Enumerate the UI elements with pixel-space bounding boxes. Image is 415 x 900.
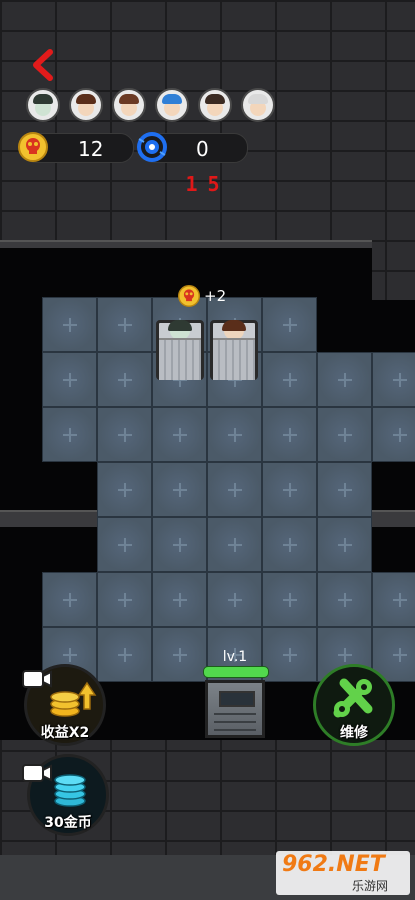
- floor-tile[interactable]: [317, 517, 372, 572]
- floor-tile[interactable]: [42, 407, 97, 462]
- wall-ledge: [0, 240, 372, 248]
- floor-tile[interactable]: [317, 462, 372, 517]
- blue-coins-stack-icon: [54, 774, 86, 807]
- floor-tile[interactable]: [42, 297, 97, 352]
- room-door[interactable]: [205, 680, 265, 738]
- back-arrow-icon[interactable]: [28, 48, 62, 82]
- site-watermark: 962.NET 乐游网: [276, 851, 410, 895]
- bed-ghost[interactable]: [154, 316, 206, 386]
- video-camera-icon: [22, 670, 52, 688]
- watermark-top: 962.NET: [282, 852, 385, 877]
- floor-tile[interactable]: [262, 462, 317, 517]
- floor-tile[interactable]: [317, 407, 372, 462]
- free-coins-label: 30金币: [44, 815, 92, 831]
- repair-button[interactable]: 维修: [313, 664, 395, 746]
- floor-tile[interactable]: [97, 462, 152, 517]
- floor-tile[interactable]: [97, 517, 152, 572]
- floor-tile[interactable]: [372, 572, 415, 627]
- floor-tile[interactable]: [152, 517, 207, 572]
- energy-count: 0: [196, 137, 209, 161]
- bonus-indicator: +2: [178, 285, 226, 307]
- gold-coins-stack-icon: [50, 681, 97, 717]
- bed-player[interactable]: [208, 316, 260, 386]
- floor-tile[interactable]: [372, 352, 415, 407]
- floor-tile[interactable]: [97, 572, 152, 627]
- floor-tile[interactable]: [152, 407, 207, 462]
- floor-tile[interactable]: [262, 352, 317, 407]
- floor-tile[interactable]: [97, 407, 152, 462]
- floor-tile[interactable]: [97, 297, 152, 352]
- avatar-blue-hair[interactable]: [155, 88, 189, 122]
- floor-tile[interactable]: [262, 627, 317, 682]
- floor-tile[interactable]: [207, 517, 262, 572]
- floor-tile[interactable]: [372, 407, 415, 462]
- floor-tile[interactable]: [207, 462, 262, 517]
- floor-tile[interactable]: [152, 462, 207, 517]
- double-income-label: 收益X2: [40, 725, 90, 741]
- floor-tile[interactable]: [317, 572, 372, 627]
- floor-tile[interactable]: [42, 572, 97, 627]
- floor-tile[interactable]: [97, 627, 152, 682]
- avatar-brown-hair-girl[interactable]: [112, 88, 146, 122]
- wrench-icon: [333, 678, 373, 718]
- floor-tile[interactable]: [317, 352, 372, 407]
- skull-count: 12: [78, 137, 104, 161]
- floor-tile[interactable]: [207, 572, 262, 627]
- skull-coin-icon: [178, 285, 200, 307]
- floor-tile[interactable]: [207, 407, 262, 462]
- watermark-bottom: 乐游网: [352, 879, 389, 893]
- floor-tile[interactable]: [262, 297, 317, 352]
- energy-orb-icon: [137, 132, 167, 162]
- floor-tile[interactable]: [97, 352, 152, 407]
- bonus-value: +2: [204, 287, 227, 305]
- skull-coin-icon: [18, 132, 48, 162]
- door-level-label: lv.1: [222, 649, 248, 665]
- floor-tile[interactable]: [262, 572, 317, 627]
- floor-tile[interactable]: [262, 407, 317, 462]
- floor-tile[interactable]: [152, 572, 207, 627]
- repair-label: 维修: [340, 725, 368, 741]
- countdown-timer: 15: [185, 172, 230, 196]
- wall-ledge-left: [0, 510, 97, 527]
- avatar-ghost-green[interactable]: [26, 88, 60, 122]
- avatar-old-man-glasses[interactable]: [241, 88, 275, 122]
- door-health-bar: [203, 666, 269, 678]
- floor-tile[interactable]: [152, 627, 207, 682]
- player-avatar-list: [26, 88, 275, 122]
- floor-tile[interactable]: [42, 352, 97, 407]
- avatar-dark-hair[interactable]: [198, 88, 232, 122]
- video-camera-icon: [22, 764, 52, 782]
- avatar-brown-hair-boy[interactable]: [69, 88, 103, 122]
- wall-ledge-right: [372, 510, 415, 527]
- floor-tile[interactable]: [262, 517, 317, 572]
